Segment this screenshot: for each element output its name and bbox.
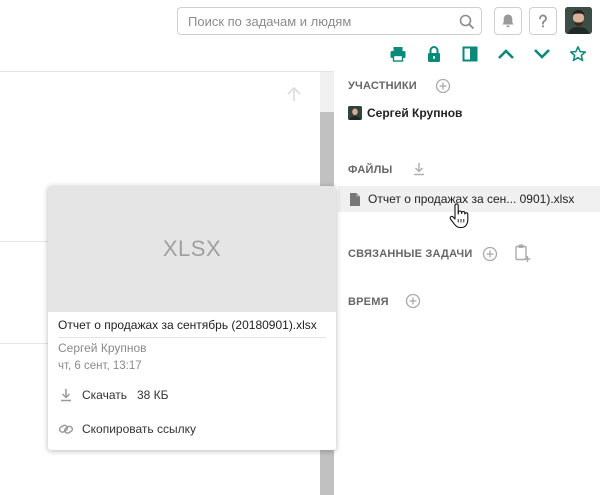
clipboard-add-icon[interactable] bbox=[514, 243, 532, 263]
toggle-panel-button[interactable] bbox=[458, 42, 482, 66]
print-icon bbox=[390, 47, 406, 62]
time-title: ВРЕМЯ bbox=[348, 296, 389, 308]
file-preview[interactable]: XLSX bbox=[48, 186, 336, 312]
add-participant-icon[interactable] bbox=[435, 78, 451, 94]
copy-link-button[interactable]: Скопировать ссылку bbox=[58, 421, 196, 437]
arrow-up-icon[interactable] bbox=[284, 84, 304, 104]
download-icon bbox=[61, 389, 71, 402]
panel-toggle-icon bbox=[462, 46, 478, 62]
participant-name: Сергей Крупнов bbox=[367, 106, 463, 120]
related-tasks-title: СВЯЗАННЫЕ ЗАДАЧИ bbox=[348, 248, 473, 260]
files-title: ФАЙЛЫ bbox=[348, 164, 393, 176]
print-button[interactable] bbox=[386, 42, 410, 66]
add-time-icon[interactable] bbox=[405, 293, 421, 309]
file-name: Отчет о продажах за сен... 0901).xlsx bbox=[368, 192, 575, 206]
file-preview-card: XLSX Отчет о продажах за сентябрь (20180… bbox=[48, 186, 336, 450]
help-icon bbox=[539, 14, 547, 28]
upload-file-icon[interactable] bbox=[411, 161, 427, 177]
star-icon bbox=[569, 46, 587, 62]
favorite-button[interactable] bbox=[566, 42, 590, 66]
file-full-name: Отчет о продажах за сентябрь (20180901).… bbox=[58, 318, 317, 332]
chevron-up-icon bbox=[498, 49, 514, 59]
bell-icon bbox=[502, 14, 514, 28]
task-page: УЧАСТНИКИ Сергей Крупнов ФАЙЛЫ Отчет о п… bbox=[0, 0, 600, 495]
search-input[interactable] bbox=[178, 8, 453, 34]
search-icon[interactable] bbox=[458, 13, 476, 31]
download-label: Скачать bbox=[82, 388, 127, 402]
search-box[interactable] bbox=[177, 7, 482, 35]
file-type-label: XLSX bbox=[162, 236, 222, 261]
notifications-button[interactable] bbox=[494, 7, 522, 35]
lock-icon bbox=[428, 46, 440, 62]
user-avatar[interactable] bbox=[565, 7, 592, 34]
previous-task-button[interactable] bbox=[494, 42, 518, 66]
next-task-button[interactable] bbox=[530, 42, 554, 66]
hand-cursor-icon bbox=[449, 203, 469, 229]
chevron-down-icon bbox=[534, 49, 550, 59]
file-icon bbox=[350, 192, 360, 206]
participants-title: УЧАСТНИКИ bbox=[348, 80, 417, 92]
file-size: 38 КБ bbox=[137, 388, 169, 402]
card-divider bbox=[58, 337, 326, 338]
avatar bbox=[348, 106, 362, 120]
copy-link-label: Скопировать ссылку bbox=[82, 422, 197, 436]
participant-item[interactable]: Сергей Крупнов bbox=[348, 106, 462, 120]
link-icon bbox=[58, 424, 74, 434]
file-date: чт, 6 сент, 13:17 bbox=[58, 360, 142, 372]
download-link[interactable]: Скачать 38 КБ bbox=[58, 387, 169, 403]
add-related-task-icon[interactable] bbox=[482, 246, 498, 262]
file-author: Сергей Крупнов bbox=[58, 341, 147, 355]
help-button[interactable] bbox=[529, 7, 557, 35]
lock-button[interactable] bbox=[422, 42, 446, 66]
